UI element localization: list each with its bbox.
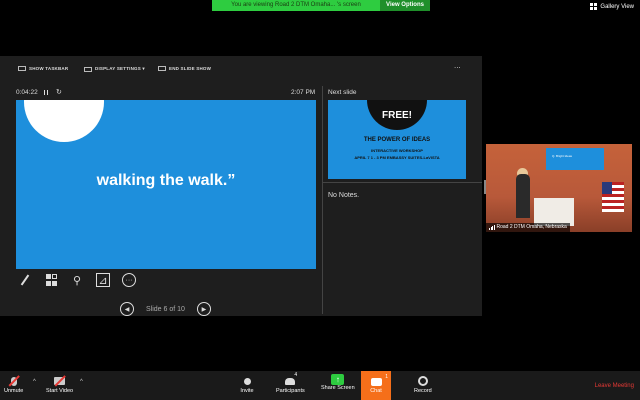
record-label: Record <box>414 388 432 394</box>
share-screen-button[interactable]: ↑ Share Screen <box>321 374 355 391</box>
next-slide-details: APRIL 7 1 - 3 PM EMBASSY SUITES-LaVISTA <box>354 155 440 160</box>
leave-meeting-button[interactable]: Leave Meeting <box>595 383 634 389</box>
end-slide-show-button[interactable]: END SLIDE SHOW <box>158 66 211 71</box>
taskbar-icon <box>18 66 26 71</box>
presenter-toolbar: SHOW TASKBAR DISPLAY SETTINGS ▾ END SLID… <box>0 56 482 84</box>
participants-button[interactable]: 4 Participants <box>276 372 305 394</box>
show-taskbar-label: SHOW TASKBAR <box>29 66 69 71</box>
participant-name: Road 2 DTM Omaha, Nebraska <box>496 224 567 230</box>
audio-options-chevron-icon[interactable]: ^ <box>33 379 36 385</box>
next-slide-preview: FREE! THE POWER OF IDEAS INTERACTIVE WOR… <box>328 100 466 179</box>
reset-timer-icon[interactable]: ↻ <box>56 88 62 96</box>
chat-button[interactable]: Chat 1 <box>361 371 391 400</box>
unmute-button[interactable]: Unmute <box>4 374 23 394</box>
end-slide-show-label: END SLIDE SHOW <box>169 66 212 71</box>
video-screen-text: Q. Bright Ideas <box>552 154 573 158</box>
slide-navigation: ◀ Slide 6 of 10 ▶ <box>120 302 211 316</box>
participant-video-tile[interactable]: Q. Bright Ideas Road 2 DTM Omaha, Nebras… <box>486 144 632 232</box>
slide-text: walking the walk.” <box>96 172 236 189</box>
show-taskbar-button[interactable]: SHOW TASKBAR <box>18 66 68 71</box>
unmute-label: Unmute <box>4 388 24 394</box>
next-slide-button[interactable]: ▶ <box>196 302 211 316</box>
video-options-chevron-icon[interactable]: ^ <box>80 379 83 385</box>
more-options-button[interactable]: ... <box>454 61 461 70</box>
start-video-label: Start Video <box>46 388 74 394</box>
record-icon <box>415 374 431 388</box>
chat-label: Chat <box>370 387 382 394</box>
slide-tools: ⚲ ⊿ ··· <box>18 273 136 287</box>
participant-name-label: Road 2 DTM Omaha, Nebraska <box>486 223 570 232</box>
microphone-muted-icon <box>6 374 22 388</box>
share-screen-label: Share Screen <box>321 385 355 391</box>
notes-divider[interactable] <box>323 182 482 183</box>
next-slide-subhead: INTERACTIVE WORKSHOP <box>371 148 423 153</box>
signal-strength-icon <box>489 225 495 230</box>
invite-person-icon <box>239 374 255 388</box>
see-all-slides-icon[interactable] <box>44 273 58 287</box>
invite-label: Invite <box>240 388 254 394</box>
chat-unread-badge: 1 <box>385 374 388 380</box>
zoom-meeting-window: You are viewing Road 2 DTM Omaha... 's s… <box>0 0 640 400</box>
flag-canton <box>602 182 612 194</box>
share-banner: You are viewing Road 2 DTM Omaha... 's s… <box>212 0 430 11</box>
speaker-notes: No Notes. <box>328 192 360 199</box>
view-options-button[interactable]: View Options <box>380 0 430 11</box>
current-slide: “ walking the walk.” <box>16 100 316 269</box>
next-slide-label: Next slide <box>328 89 357 96</box>
pane-divider[interactable] <box>322 86 323 314</box>
participants-icon: 4 <box>282 372 298 388</box>
share-screen-icon: ↑ <box>331 374 345 385</box>
pen-icon[interactable] <box>18 273 32 287</box>
display-settings-button[interactable]: DISPLAY SETTINGS ▾ <box>84 66 145 72</box>
speaker-body <box>516 174 530 218</box>
invite-button[interactable]: Invite <box>239 374 255 394</box>
share-banner-message: You are viewing Road 2 DTM Omaha... 's s… <box>212 0 380 11</box>
more-tools-icon[interactable]: ··· <box>122 273 136 287</box>
current-time: 2:07 PM <box>291 89 316 96</box>
display-icon <box>84 66 92 72</box>
pause-icon[interactable] <box>44 90 48 95</box>
previous-slide-button[interactable]: ◀ <box>120 302 134 316</box>
display-settings-label: DISPLAY SETTINGS ▾ <box>95 66 145 71</box>
meeting-control-bar <box>0 371 640 400</box>
quote-circle: “ <box>24 100 104 142</box>
gallery-grid-icon <box>590 3 598 10</box>
participant-count: 4 <box>294 372 298 378</box>
gallery-view-label: Gallery View <box>600 3 634 10</box>
gallery-view-button[interactable]: Gallery View <box>590 3 634 10</box>
podium <box>534 198 574 226</box>
next-slide-free: FREE! <box>382 110 412 121</box>
participants-label: Participants <box>276 388 305 394</box>
slide-counter: Slide 6 of 10 <box>146 305 185 313</box>
record-button[interactable]: Record <box>414 374 432 394</box>
next-slide-headline: THE POWER OF IDEAS <box>363 137 431 143</box>
subtitles-icon[interactable]: ⊿ <box>96 273 110 287</box>
start-video-button[interactable]: Start Video <box>46 374 73 394</box>
camera-off-icon <box>52 374 68 388</box>
zoom-magnifier-icon[interactable]: ⚲ <box>70 273 84 287</box>
chat-bubble-icon <box>370 377 382 386</box>
video-projector-screen <box>546 148 604 170</box>
elapsed-timer: 0:04:22 <box>16 89 38 96</box>
end-show-icon <box>158 66 166 71</box>
